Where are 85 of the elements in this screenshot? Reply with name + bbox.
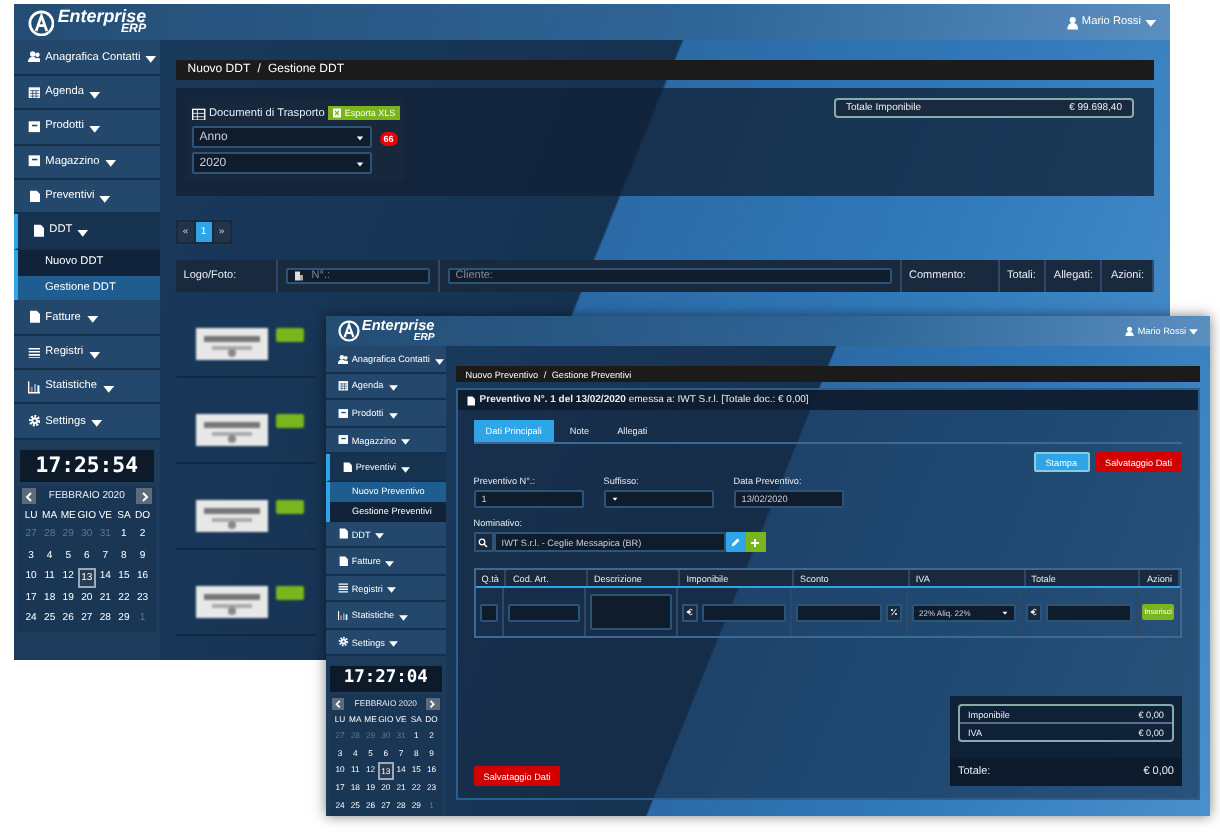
caret-icon	[388, 638, 400, 650]
total-field[interactable]	[1046, 603, 1133, 622]
caret-icon	[374, 530, 386, 542]
bar-chart-icon	[27, 379, 41, 394]
caret-icon	[433, 355, 445, 367]
previous-month-button[interactable]	[332, 697, 345, 710]
caret-icon	[355, 159, 364, 168]
caret-icon	[85, 312, 99, 327]
caret-icon	[386, 584, 398, 596]
action-button[interactable]	[275, 327, 304, 342]
description-field[interactable]	[589, 594, 672, 631]
plus-icon	[750, 537, 761, 548]
euro-icon	[685, 608, 694, 617]
caret-icon	[76, 226, 91, 240]
person-icon	[1124, 325, 1136, 337]
add-button[interactable]	[745, 532, 766, 553]
caret-icon	[87, 347, 102, 361]
table-icon	[191, 107, 206, 121]
percent-button[interactable]	[885, 603, 901, 622]
discount-field[interactable]	[795, 603, 881, 622]
logo-icon	[337, 320, 360, 343]
building-icon	[293, 270, 304, 283]
caret-icon	[88, 122, 102, 136]
caret-icon	[399, 463, 411, 475]
caret-icon	[399, 436, 411, 448]
next-month-button[interactable]	[426, 697, 440, 710]
caret-icon	[1187, 325, 1199, 337]
search-icon	[478, 537, 489, 548]
euro-icon	[1030, 608, 1039, 617]
chevron-right-icon	[428, 699, 438, 708]
people-icon	[27, 50, 41, 64]
person-icon	[1066, 15, 1080, 30]
document-icon	[465, 395, 476, 406]
caret-icon	[101, 382, 115, 396]
box-icon	[27, 154, 41, 169]
gear-icon	[337, 636, 349, 648]
caret-icon	[103, 156, 118, 171]
price-field[interactable]	[701, 603, 786, 622]
previous-month-button[interactable]	[21, 488, 37, 504]
caret-icon	[1002, 609, 1009, 616]
caret-icon	[355, 133, 364, 142]
caret-icon	[98, 191, 113, 206]
chevron-left-icon	[24, 491, 35, 502]
caret-icon	[611, 496, 618, 503]
percent-icon	[889, 608, 897, 617]
document-icon	[337, 528, 349, 540]
digital-clock: 17:27:04	[330, 665, 442, 692]
digital-clock: 17:25:54	[19, 450, 155, 483]
box-icon	[337, 434, 349, 446]
calendar-icon	[337, 380, 349, 392]
chevron-right-icon	[139, 491, 150, 502]
logo-text: Enterprise	[57, 8, 147, 25]
people-icon	[337, 353, 349, 365]
document-icon	[341, 461, 353, 473]
document-icon	[337, 555, 349, 567]
caret-icon	[144, 52, 159, 67]
caret-icon	[387, 382, 399, 394]
next-month-button[interactable]	[136, 488, 152, 504]
list-icon	[337, 582, 349, 594]
caret-icon	[90, 416, 104, 431]
spreadsheet-icon	[332, 108, 343, 119]
document-icon	[27, 310, 41, 324]
box-icon	[337, 407, 349, 419]
caret-icon	[88, 87, 102, 101]
action-button[interactable]	[275, 585, 304, 600]
caret-icon	[397, 611, 409, 623]
calendar-icon	[27, 85, 41, 99]
chevron-left-icon	[334, 699, 343, 708]
gear-icon	[27, 414, 41, 428]
edit-button[interactable]	[725, 532, 746, 553]
document-icon	[27, 189, 41, 203]
caret-icon	[1143, 15, 1157, 30]
bar-chart-icon	[337, 609, 349, 621]
code-field[interactable]	[508, 603, 580, 622]
caret-icon	[384, 557, 396, 569]
list-icon	[27, 345, 41, 359]
document-icon	[31, 224, 45, 238]
action-button[interactable]	[275, 413, 304, 428]
pencil-icon	[730, 537, 741, 548]
quantity-field[interactable]	[479, 603, 499, 622]
box-icon	[27, 120, 41, 134]
select-field[interactable]	[603, 490, 714, 509]
caret-icon	[387, 409, 399, 421]
action-button[interactable]	[275, 499, 304, 514]
logo-icon	[27, 9, 55, 36]
